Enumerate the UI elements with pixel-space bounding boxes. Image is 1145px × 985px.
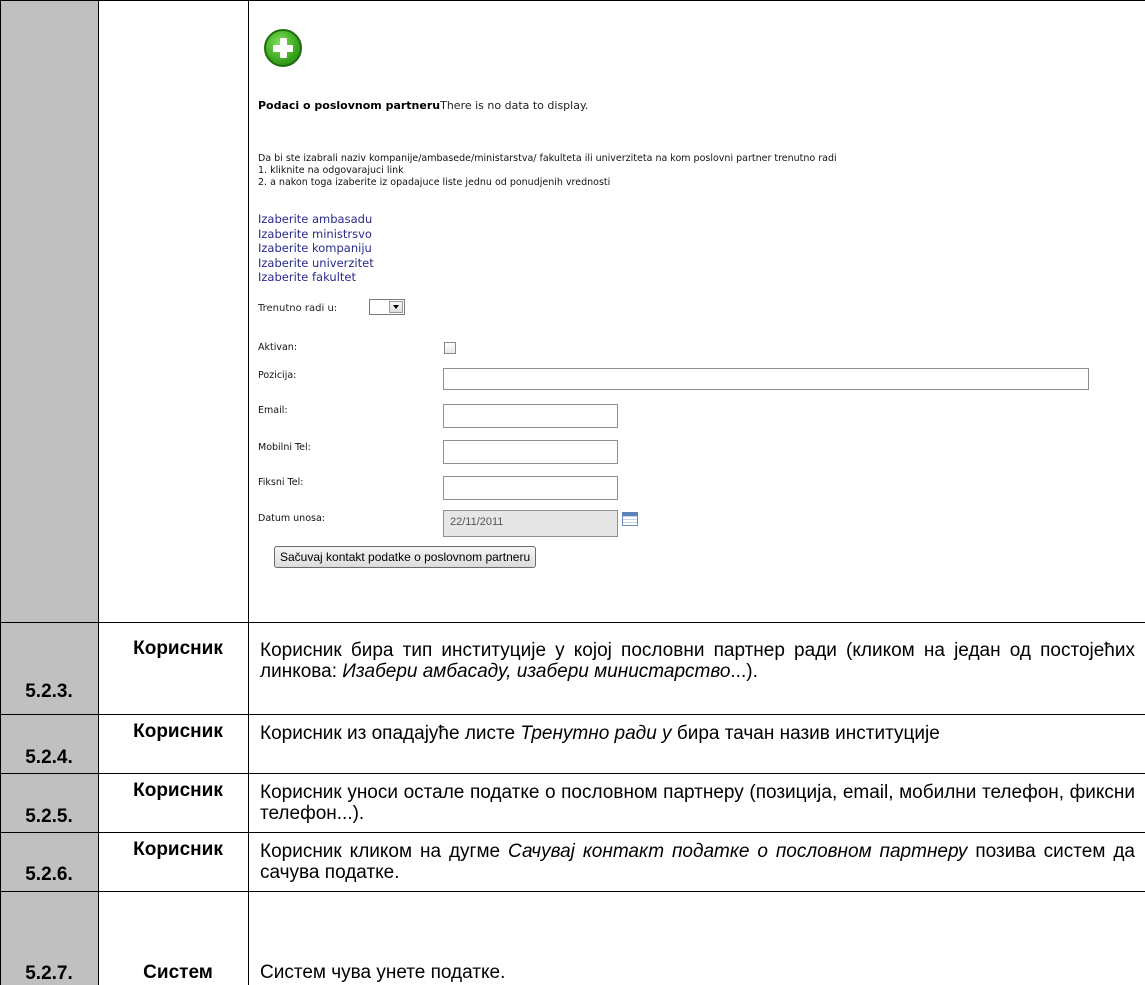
step-number: 5.2.6. — [25, 864, 73, 885]
num-cell-top — [0, 0, 98, 622]
actor-name: Корисник — [133, 638, 223, 659]
fiksni-label: Fiksni Tel: — [258, 477, 304, 488]
datum-label: Datum unosa: — [258, 513, 325, 524]
mobilni-label: Mobilni Tel: — [258, 442, 311, 453]
table-row-divider — [0, 891, 1145, 892]
step-description: Корисник уноси остале податке о пословно… — [260, 782, 1135, 824]
desc-text: Корисник кликом на дугме — [260, 841, 509, 862]
datum-input[interactable]: 22/11/2011 — [443, 510, 618, 537]
step-description: Корисник бира тип институције у којој по… — [260, 640, 1135, 682]
desc-text: ...). — [730, 661, 758, 682]
instruction-line: Da bi ste izabrali naziv kompanije/ambas… — [258, 153, 837, 164]
link-fakultet[interactable]: Izaberite fakultet — [258, 270, 374, 285]
link-univerzitet[interactable]: Izaberite univerzitet — [258, 256, 374, 271]
actor-name: Корисник — [133, 721, 223, 742]
pozicija-label: Pozicija: — [258, 370, 297, 381]
instruction-line: 1. kliknite na odgovarajuci link — [258, 165, 404, 176]
actor-name: Корисник — [133, 839, 223, 860]
email-label: Email: — [258, 405, 288, 416]
table-row-divider — [0, 622, 1145, 623]
instructions: Da bi ste izabrali naziv kompanije/ambas… — [258, 153, 837, 189]
form-heading: Podaci o poslovnom partneruThere is no d… — [258, 99, 588, 112]
desc-text: Корисник из опадајуће листе — [260, 723, 521, 744]
fiksni-input[interactable] — [443, 476, 618, 500]
add-icon[interactable] — [264, 29, 302, 67]
form-heading-title: Podaci o poslovnom partneru — [258, 99, 441, 112]
pozicija-input[interactable] — [443, 368, 1089, 390]
desc-text: Корисник уноси остале податке о пословно… — [260, 782, 1135, 824]
actor-name: Корисник — [133, 780, 223, 801]
aktivan-label: Aktivan: — [258, 342, 298, 353]
mobilni-input[interactable] — [443, 440, 618, 464]
link-ambasada[interactable]: Izaberite ambasadu — [258, 212, 374, 227]
save-contact-button[interactable]: Sačuvaj kontakt podatke o poslovnom part… — [274, 546, 537, 568]
link-kompanija[interactable]: Izaberite kompaniju — [258, 241, 374, 256]
table-row-divider — [0, 773, 1145, 774]
aktivan-checkbox[interactable] — [444, 342, 456, 354]
table-border-left — [0, 0, 1, 985]
instruction-line: 2. a nakon toga izaberite iz opadajuce l… — [258, 177, 611, 188]
actor-name: Систем — [143, 962, 213, 983]
calendar-icon[interactable] — [622, 512, 638, 526]
chevron-down-icon[interactable] — [389, 301, 403, 313]
step-number: 5.2.7. — [25, 963, 73, 984]
trenutno-select[interactable] — [369, 299, 405, 315]
step-description: Систем чува унете податке. — [260, 962, 506, 983]
desc-italic: Изабери амбасаду, изабери министарство — [342, 661, 731, 682]
email-input[interactable] — [443, 404, 618, 428]
table-row-divider — [0, 832, 1145, 833]
step-description: Корисник из опадајуће листе Тренутно рад… — [260, 723, 1135, 744]
step-number: 5.2.3. — [25, 681, 73, 702]
desc-italic: Тренутно ради у — [520, 723, 672, 744]
form-screenshot: Podaci o poslovnom partneruThere is no d… — [248, 0, 1145, 622]
desc-text: бира тачан назив институције — [671, 723, 940, 744]
table-border-col1 — [98, 0, 99, 985]
desc-italic: Сачувај контакт податке о пословном парт… — [508, 841, 968, 862]
table-row-divider — [0, 714, 1145, 715]
step-description: Корисник кликом на дугме Сачувај контакт… — [260, 841, 1135, 883]
step-number: 5.2.5. — [25, 806, 73, 827]
institution-links: Izaberite ambasadu Izaberite ministrsvo … — [258, 212, 374, 285]
step-number: 5.2.4. — [25, 747, 73, 768]
trenutno-label: Trenutno radi u: — [258, 303, 338, 314]
no-data-message: There is no data to display. — [440, 99, 589, 112]
link-ministarstvo[interactable]: Izaberite ministrsvo — [258, 227, 374, 242]
